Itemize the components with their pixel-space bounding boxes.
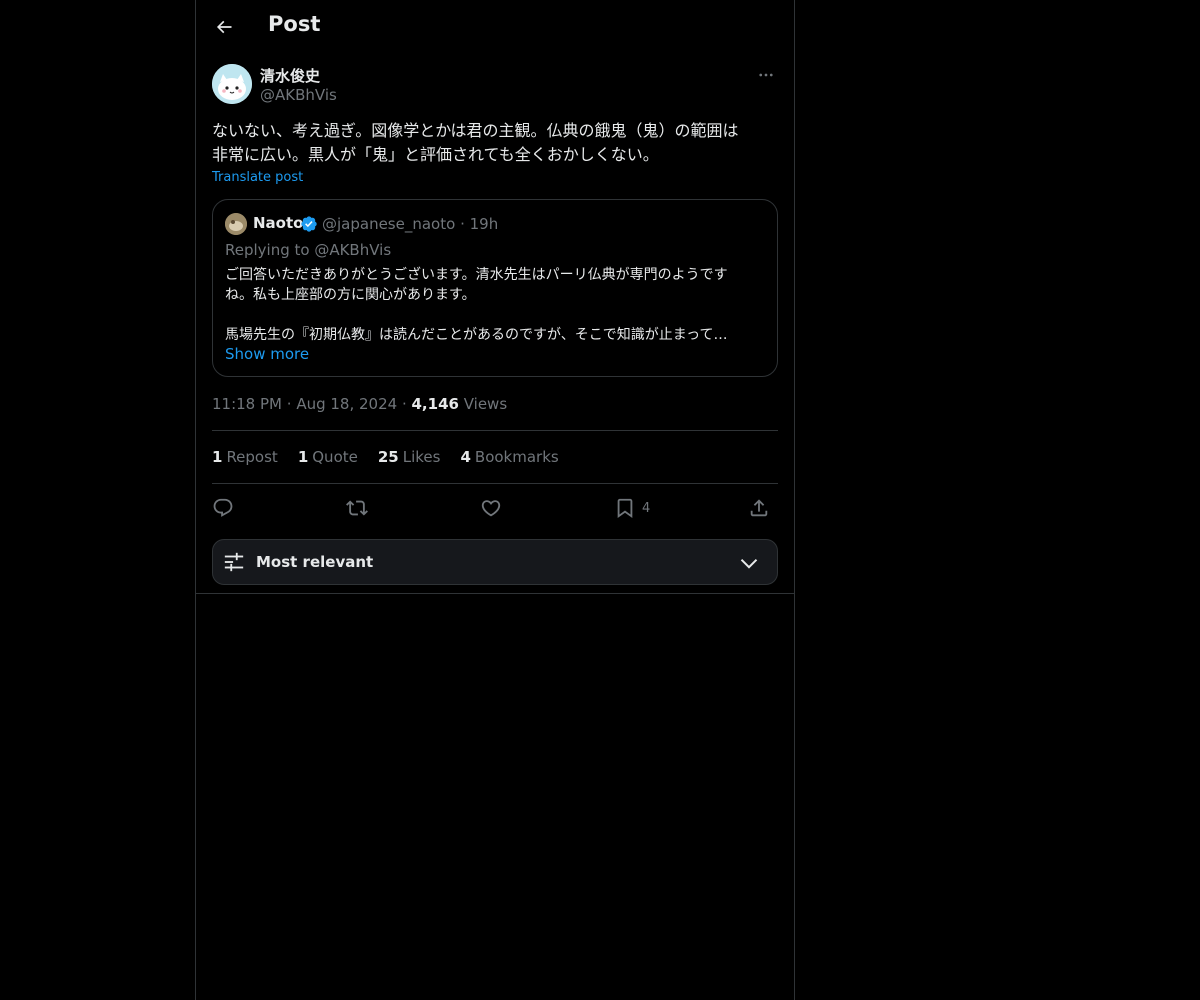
chevron-down-icon [740,558,758,569]
repost-button[interactable] [346,494,368,522]
sort-replies-dropdown[interactable]: Most relevant [212,539,778,585]
verified-badge-icon [301,216,317,232]
post-header: Post [196,0,794,53]
share-button[interactable] [748,494,770,522]
back-button[interactable] [207,10,241,44]
show-more-link[interactable]: Show more [225,345,309,363]
post-date[interactable]: Aug 18, 2024 [296,395,397,413]
more-horizontal-icon [759,73,773,77]
stat-reposts[interactable]: 1 Repost [212,448,278,466]
action-bar: 4 [212,494,778,522]
replying-to: Replying to @AKBhVis [225,241,392,259]
post-meta: 11:18 PM · Aug 18, 2024 · 4,146 Views [212,395,508,413]
stat-quotes[interactable]: 1 Quote [298,448,358,466]
more-options-button[interactable] [754,64,778,86]
quoted-meta: @japanese_naoto · 19h [322,215,499,233]
reply-button[interactable] [212,494,234,522]
page-title: Post [268,12,321,36]
arrow-left-icon [216,20,232,34]
quoted-handle: @japanese_naoto [322,215,456,233]
views-label: Views [463,395,508,413]
divider [212,430,778,431]
quoted-post[interactable]: Naoto @japanese_naoto · 19h Replying to … [212,199,778,377]
quoted-avatar [225,213,247,235]
engagement-stats: 1 Repost 1 Quote 25 Likes 4 Bookmarks [212,448,559,466]
share-icon [750,499,768,517]
bookmark-icon [617,498,633,519]
repost-icon [346,500,368,516]
post-author: 清水俊史 @AKBhVis [212,64,778,108]
divider [212,483,778,484]
reply-icon [213,498,233,517]
author-name[interactable]: 清水俊史 [260,65,320,86]
stat-likes[interactable]: 25 Likes [378,448,441,466]
sort-label: Most relevant [256,553,374,571]
heart-icon [481,500,501,517]
sliders-icon [224,552,244,572]
views-count: 4,146 [411,395,459,413]
post-text: ないない、考え過ぎ。図像学とかは君の主観。仏典の餓鬼（鬼）の範囲は 非常に広い。… [212,121,739,164]
bookmark-count: 4 [642,500,651,516]
quoted-author-name: Naoto [253,214,304,232]
bookmark-button[interactable]: 4 [614,494,650,522]
avatar[interactable] [212,64,252,104]
post-column: Post 清水俊史 @AKBhVis ないない、考え過ぎ。図像学とかは君の主観。… [195,0,795,1000]
like-button[interactable] [480,494,502,522]
quoted-text: ご回答いただきありがとうございます。清水先生はパーリ仏典が専門のようです ね。私… [225,267,728,343]
divider [196,593,794,594]
stat-bookmarks[interactable]: 4 Bookmarks [460,448,558,466]
post-time[interactable]: 11:18 PM [212,395,282,413]
translate-link[interactable]: Translate post [212,170,303,185]
quoted-time: 19h [469,215,499,233]
author-handle[interactable]: @AKBhVis [260,86,337,104]
